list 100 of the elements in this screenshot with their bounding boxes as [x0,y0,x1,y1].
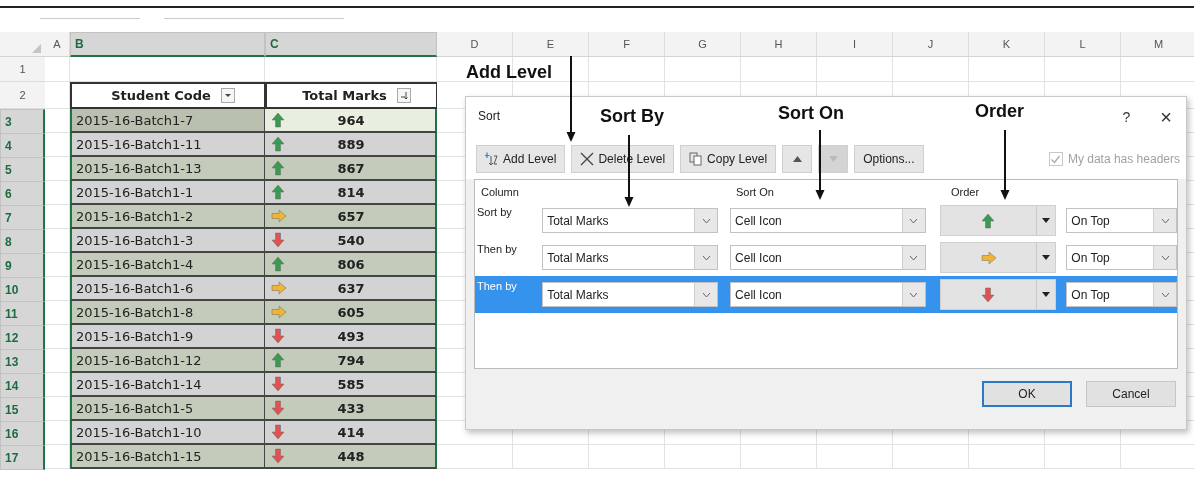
position-dropdown[interactable]: On Top [1066,208,1177,233]
row-header[interactable]: 6 [0,181,45,206]
empty-cell[interactable] [589,57,665,82]
empty-cell[interactable] [1045,445,1121,469]
caret-icon [223,91,232,100]
add-level-button[interactable]: Add Level [476,145,566,173]
sort-on-dropdown[interactable]: Cell Icon [730,208,926,233]
empty-cell[interactable] [893,445,969,469]
empty-cell[interactable] [513,445,589,469]
sort-on-dropdown[interactable]: Cell Icon [730,245,926,270]
empty-cell[interactable] [589,445,665,469]
empty-cell[interactable] [969,57,1045,82]
chevron-down-icon [1160,254,1170,261]
column-header[interactable]: C [265,32,437,57]
empty-cell[interactable] [893,57,969,82]
sort-level-row[interactable]: Sort by Total Marks Cell Icon On Top [475,202,1177,239]
chevron-down-icon [701,254,711,261]
right-arrow-icon [271,280,287,296]
sort-level-row[interactable]: Then by Total Marks Cell Icon On Top [475,276,1177,313]
order-icon-dropdown[interactable] [939,279,1057,310]
table-cell: 2015-16-Batch1-12 [70,349,265,373]
move-up-button[interactable] [782,145,813,173]
row-header[interactable]: 11 [0,301,45,326]
column-header[interactable]: I [817,32,893,56]
row-header[interactable]: 13 [0,349,45,374]
row-header[interactable]: 5 [0,157,45,182]
chevron-down-icon [1160,291,1170,298]
row-header[interactable]: 10 [0,277,45,302]
row-header[interactable]: 2 [0,82,45,109]
x-icon [580,152,595,166]
empty-cell[interactable] [665,57,741,82]
column-dropdown[interactable]: Total Marks [542,245,719,270]
row-header[interactable]: 9 [0,253,45,278]
row-header[interactable]: 1 [0,57,45,82]
cancel-button[interactable]: Cancel [1086,381,1176,407]
column-header[interactable]: H [741,32,817,56]
filter-dropdown-button[interactable] [220,88,235,103]
row-header[interactable]: 17 [0,445,45,470]
row-header[interactable]: 4 [0,133,45,158]
copy-icon [689,152,704,166]
triangle-up-icon [792,156,802,162]
up-arrow-icon [271,184,287,200]
empty-cell[interactable] [969,445,1045,469]
sort-on-dropdown[interactable]: Cell Icon [730,282,926,307]
row-header[interactable]: 14 [0,373,45,398]
column-header[interactable]: F [589,32,665,56]
column-header[interactable]: E [513,32,589,56]
empty-cell[interactable] [817,445,893,469]
up-arrow-icon [271,352,287,368]
empty-cell[interactable] [817,57,893,82]
empty-cell[interactable] [70,57,265,82]
sort-level-row[interactable]: Then by Total Marks Cell Icon On Top [475,239,1177,276]
row-header[interactable]: 12 [0,325,45,350]
row-header[interactable]: 16 [0,421,45,446]
column-header[interactable]: J [893,32,969,56]
down-arrow-icon [980,286,997,303]
empty-cell[interactable] [741,57,817,82]
level-label: Then by [477,242,518,255]
column-dropdown[interactable]: Total Marks [542,282,719,307]
close-button[interactable]: × [1154,109,1178,125]
row-header[interactable]: 7 [0,205,45,230]
order-icon-dropdown[interactable] [939,242,1057,273]
row-header[interactable]: 15 [0,397,45,422]
table-cell: 2015-16-Batch1-2 [70,205,265,229]
caret-icon [1042,292,1051,297]
help-button[interactable]: ? [1116,109,1137,125]
up-arrow-icon [271,136,287,152]
copy-level-button[interactable]: Copy Level [680,145,777,173]
table-cell: 2015-16-Batch1-6 [70,277,265,301]
column-dropdown[interactable]: Total Marks [542,208,719,233]
column-header[interactable]: D [437,32,513,56]
empty-cell[interactable] [265,57,437,82]
options-button[interactable]: Options... [854,145,924,173]
sort-filter-button[interactable] [396,88,411,103]
row-header[interactable]: 3 [0,109,45,134]
position-dropdown[interactable]: On Top [1066,282,1177,307]
marks-value: 585 [337,376,365,392]
table-cell: 2015-16-Batch1-11 [70,133,265,157]
column-header[interactable]: L [1045,32,1121,56]
column-header[interactable]: M [1121,32,1194,56]
column-header[interactable]: G [665,32,741,56]
empty-cell[interactable] [1045,57,1121,82]
row-header[interactable]: 8 [0,229,45,254]
empty-cell[interactable] [741,445,817,469]
chevron-down-icon [701,291,711,298]
empty-cell[interactable] [665,445,741,469]
table-cell: 2015-16-Batch1-13 [70,157,265,181]
column-header[interactable]: B [70,32,265,57]
select-all-icon[interactable] [32,44,41,53]
order-icon-dropdown[interactable] [939,205,1057,236]
column-header[interactable]: K [969,32,1045,56]
marks-value: 414 [337,424,365,440]
position-dropdown[interactable]: On Top [1066,245,1177,270]
marks-value: 657 [337,208,365,224]
empty-cell[interactable] [45,82,70,109]
column-heading: Total Marks [302,88,387,103]
table-cell: 2015-16-Batch1-4 [70,253,265,277]
down-arrow-icon [271,424,287,440]
column-heading: Order [951,186,980,198]
ok-button[interactable]: OK [982,381,1072,407]
